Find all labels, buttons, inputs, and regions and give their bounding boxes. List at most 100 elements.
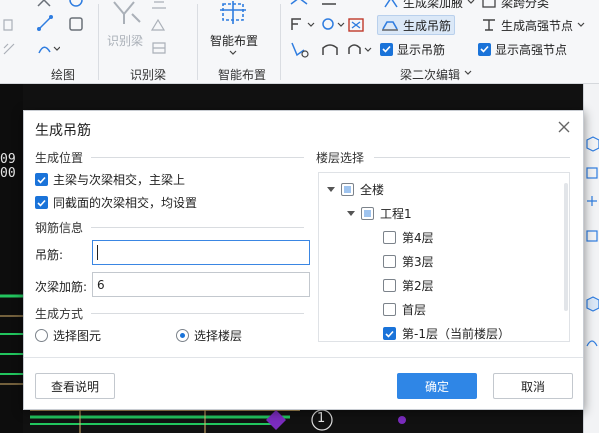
tree-node-project[interactable]: 工程1 — [347, 205, 412, 222]
option-main-secondary-checkbox[interactable]: 主梁与次梁相交，主梁上 — [35, 171, 185, 188]
tree-node-floor[interactable]: 首层 — [383, 301, 426, 318]
tree-node-floor-label: 第4层 — [402, 231, 434, 245]
rectangle-tool-icon[interactable] — [68, 16, 84, 32]
section-rebar-title: 钢筋信息 — [35, 221, 84, 235]
arc-tool-icon[interactable] — [36, 40, 60, 56]
chevron-down-icon — [467, 0, 475, 4]
radio-select-floor[interactable]: 选择楼层 — [176, 327, 242, 344]
ribbon-toolbar: 绘图 识别梁 识别梁 智能布置 智能布置 生成梁加腋 梁跨分类 生成吊筋 生成高… — [0, 0, 599, 84]
smart-layout-button[interactable]: 智能布置 — [210, 32, 258, 49]
checkbox-partial-icon[interactable] — [341, 183, 354, 196]
caret-down-icon[interactable] — [327, 186, 335, 194]
checkbox-partial-icon[interactable] — [361, 207, 374, 220]
hanger-input[interactable] — [92, 240, 310, 265]
circle-tool-icon[interactable] — [68, 0, 84, 10]
cad-label-09: 09 — [0, 152, 16, 167]
text-caret — [97, 245, 98, 260]
panel-grid-icon[interactable] — [585, 229, 599, 243]
tree-scrollbar[interactable] — [564, 183, 568, 311]
checkbox-unchecked-icon[interactable] — [383, 279, 396, 292]
beam-edit-icon-7[interactable] — [346, 16, 366, 34]
generate-hanger-button[interactable]: 生成吊筋 — [377, 15, 456, 35]
group-expand-icon[interactable] — [464, 70, 472, 76]
ok-button[interactable]: 确定 — [397, 373, 477, 399]
high-strength-node-icon — [483, 19, 495, 31]
group-separator — [98, 4, 99, 80]
floor-tree[interactable]: 全楼 工程1 第4层 第3层 第2层 首层 第-1层（当前楼层） — [318, 172, 570, 342]
section-divider — [91, 313, 304, 314]
checkbox-unchecked-icon[interactable] — [383, 255, 396, 268]
beam-span-classify-label: 梁跨分类 — [501, 0, 550, 10]
beam-haunch-icon — [384, 0, 398, 8]
generate-hanger-dialog: 生成吊筋 生成位置 主梁与次梁相交，主梁上 同截面的次梁相交，均设置 钢筋信息 … — [23, 110, 584, 410]
tree-node-floor-label: 第3层 — [402, 255, 434, 269]
generate-beam-haunch-button[interactable]: 生成梁加腋 — [380, 0, 478, 12]
identify-beam-sub-icon-1[interactable] — [150, 0, 168, 10]
show-hanger-label: 显示吊筋 — [397, 42, 446, 57]
group-label-secondary-beam-edit: 梁二次编辑 — [400, 68, 461, 82]
draw-extra-icon[interactable] — [2, 18, 14, 32]
checkbox-unchecked-icon[interactable] — [383, 303, 396, 316]
tree-node-all[interactable]: 全楼 — [327, 181, 384, 198]
hanger-field-label: 吊筋: — [35, 248, 64, 262]
secondary-rebar-input[interactable]: 6 — [92, 272, 310, 297]
identify-beam-button[interactable]: 识别梁 — [107, 32, 143, 49]
help-button[interactable]: 查看说明 — [35, 373, 115, 399]
panel-layer-icon[interactable] — [585, 166, 599, 180]
radio-select-element[interactable]: 选择图元 — [35, 327, 101, 344]
dialog-title: 生成吊筋 — [35, 123, 91, 139]
option-same-section-label: 同截面的次梁相交，均设置 — [53, 196, 198, 210]
panel-arc-icon[interactable] — [585, 334, 599, 348]
radio-checked-icon — [176, 329, 189, 342]
beam-edit-icon-6[interactable] — [320, 40, 340, 58]
beam-edit-icon-8[interactable] — [346, 40, 372, 58]
beam-edit-icon-5[interactable] — [320, 16, 346, 32]
smart-layout-icon[interactable] — [218, 0, 250, 26]
cancel-button[interactable]: 取消 — [493, 373, 573, 399]
line-tool-icon[interactable] — [36, 14, 54, 32]
draw-extra-icon-2[interactable] — [2, 42, 16, 56]
cad-axis-number: 1 — [317, 411, 326, 426]
tree-node-floor-current[interactable]: 第-1层（当前楼层） — [383, 325, 510, 341]
generate-beam-haunch-label: 生成梁加腋 — [403, 0, 464, 10]
section-floor-title: 楼层选择 — [316, 151, 365, 165]
identify-beam-sub-icon-3[interactable] — [150, 40, 168, 56]
section-divider — [91, 157, 304, 158]
option-main-secondary-label: 主梁与次梁相交，主梁上 — [53, 173, 186, 187]
radio-select-element-label: 选择图元 — [53, 329, 102, 343]
identify-beam-sub-icon-2[interactable] — [150, 16, 168, 32]
point-tool-icon[interactable] — [36, 0, 52, 10]
section-divider — [91, 227, 304, 228]
hanger-icon — [382, 21, 398, 31]
beam-edit-icon-1[interactable] — [289, 0, 311, 10]
right-side-panel — [583, 84, 599, 433]
checkbox-checked-icon[interactable] — [383, 327, 396, 340]
show-high-strength-node-checkbox[interactable]: 显示高强节点 — [475, 39, 570, 59]
identify-beam-icon[interactable] — [110, 0, 144, 26]
chevron-down-icon — [577, 22, 585, 27]
beam-edit-icon-2[interactable] — [289, 16, 315, 32]
tree-node-floor[interactable]: 第3层 — [383, 253, 434, 270]
panel-view-icon[interactable] — [585, 194, 599, 208]
beam-edit-icon-3[interactable] — [289, 40, 309, 58]
beam-edit-icon-4[interactable] — [320, 0, 338, 10]
cad-label-00: 00 — [0, 166, 16, 181]
panel-3d-icon[interactable] — [585, 136, 599, 152]
show-hanger-checkbox[interactable]: 显示吊筋 — [377, 39, 448, 59]
checkbox-unchecked-icon[interactable] — [383, 231, 396, 244]
beam-span-classify-button[interactable]: 梁跨分类 — [478, 0, 552, 12]
radio-select-floor-label: 选择楼层 — [194, 329, 243, 343]
tree-node-floor-label: 第2层 — [402, 279, 434, 293]
tree-node-floor[interactable]: 第4层 — [383, 229, 434, 246]
tree-node-floor-label: 第-1层（当前楼层） — [402, 327, 510, 341]
checkbox-checked-icon — [35, 173, 48, 186]
generate-high-strength-node-button[interactable]: 生成高强节点 — [478, 15, 588, 35]
generate-high-strength-node-label: 生成高强节点 — [501, 18, 574, 33]
option-same-section-checkbox[interactable]: 同截面的次梁相交，均设置 — [35, 194, 197, 211]
panel-cube-icon[interactable] — [585, 296, 599, 312]
tree-node-all-label: 全楼 — [360, 183, 385, 197]
smart-layout-dropdown-icon[interactable] — [229, 50, 237, 56]
caret-down-icon[interactable] — [347, 210, 355, 218]
close-icon[interactable] — [557, 120, 571, 134]
tree-node-floor[interactable]: 第2层 — [383, 277, 434, 294]
